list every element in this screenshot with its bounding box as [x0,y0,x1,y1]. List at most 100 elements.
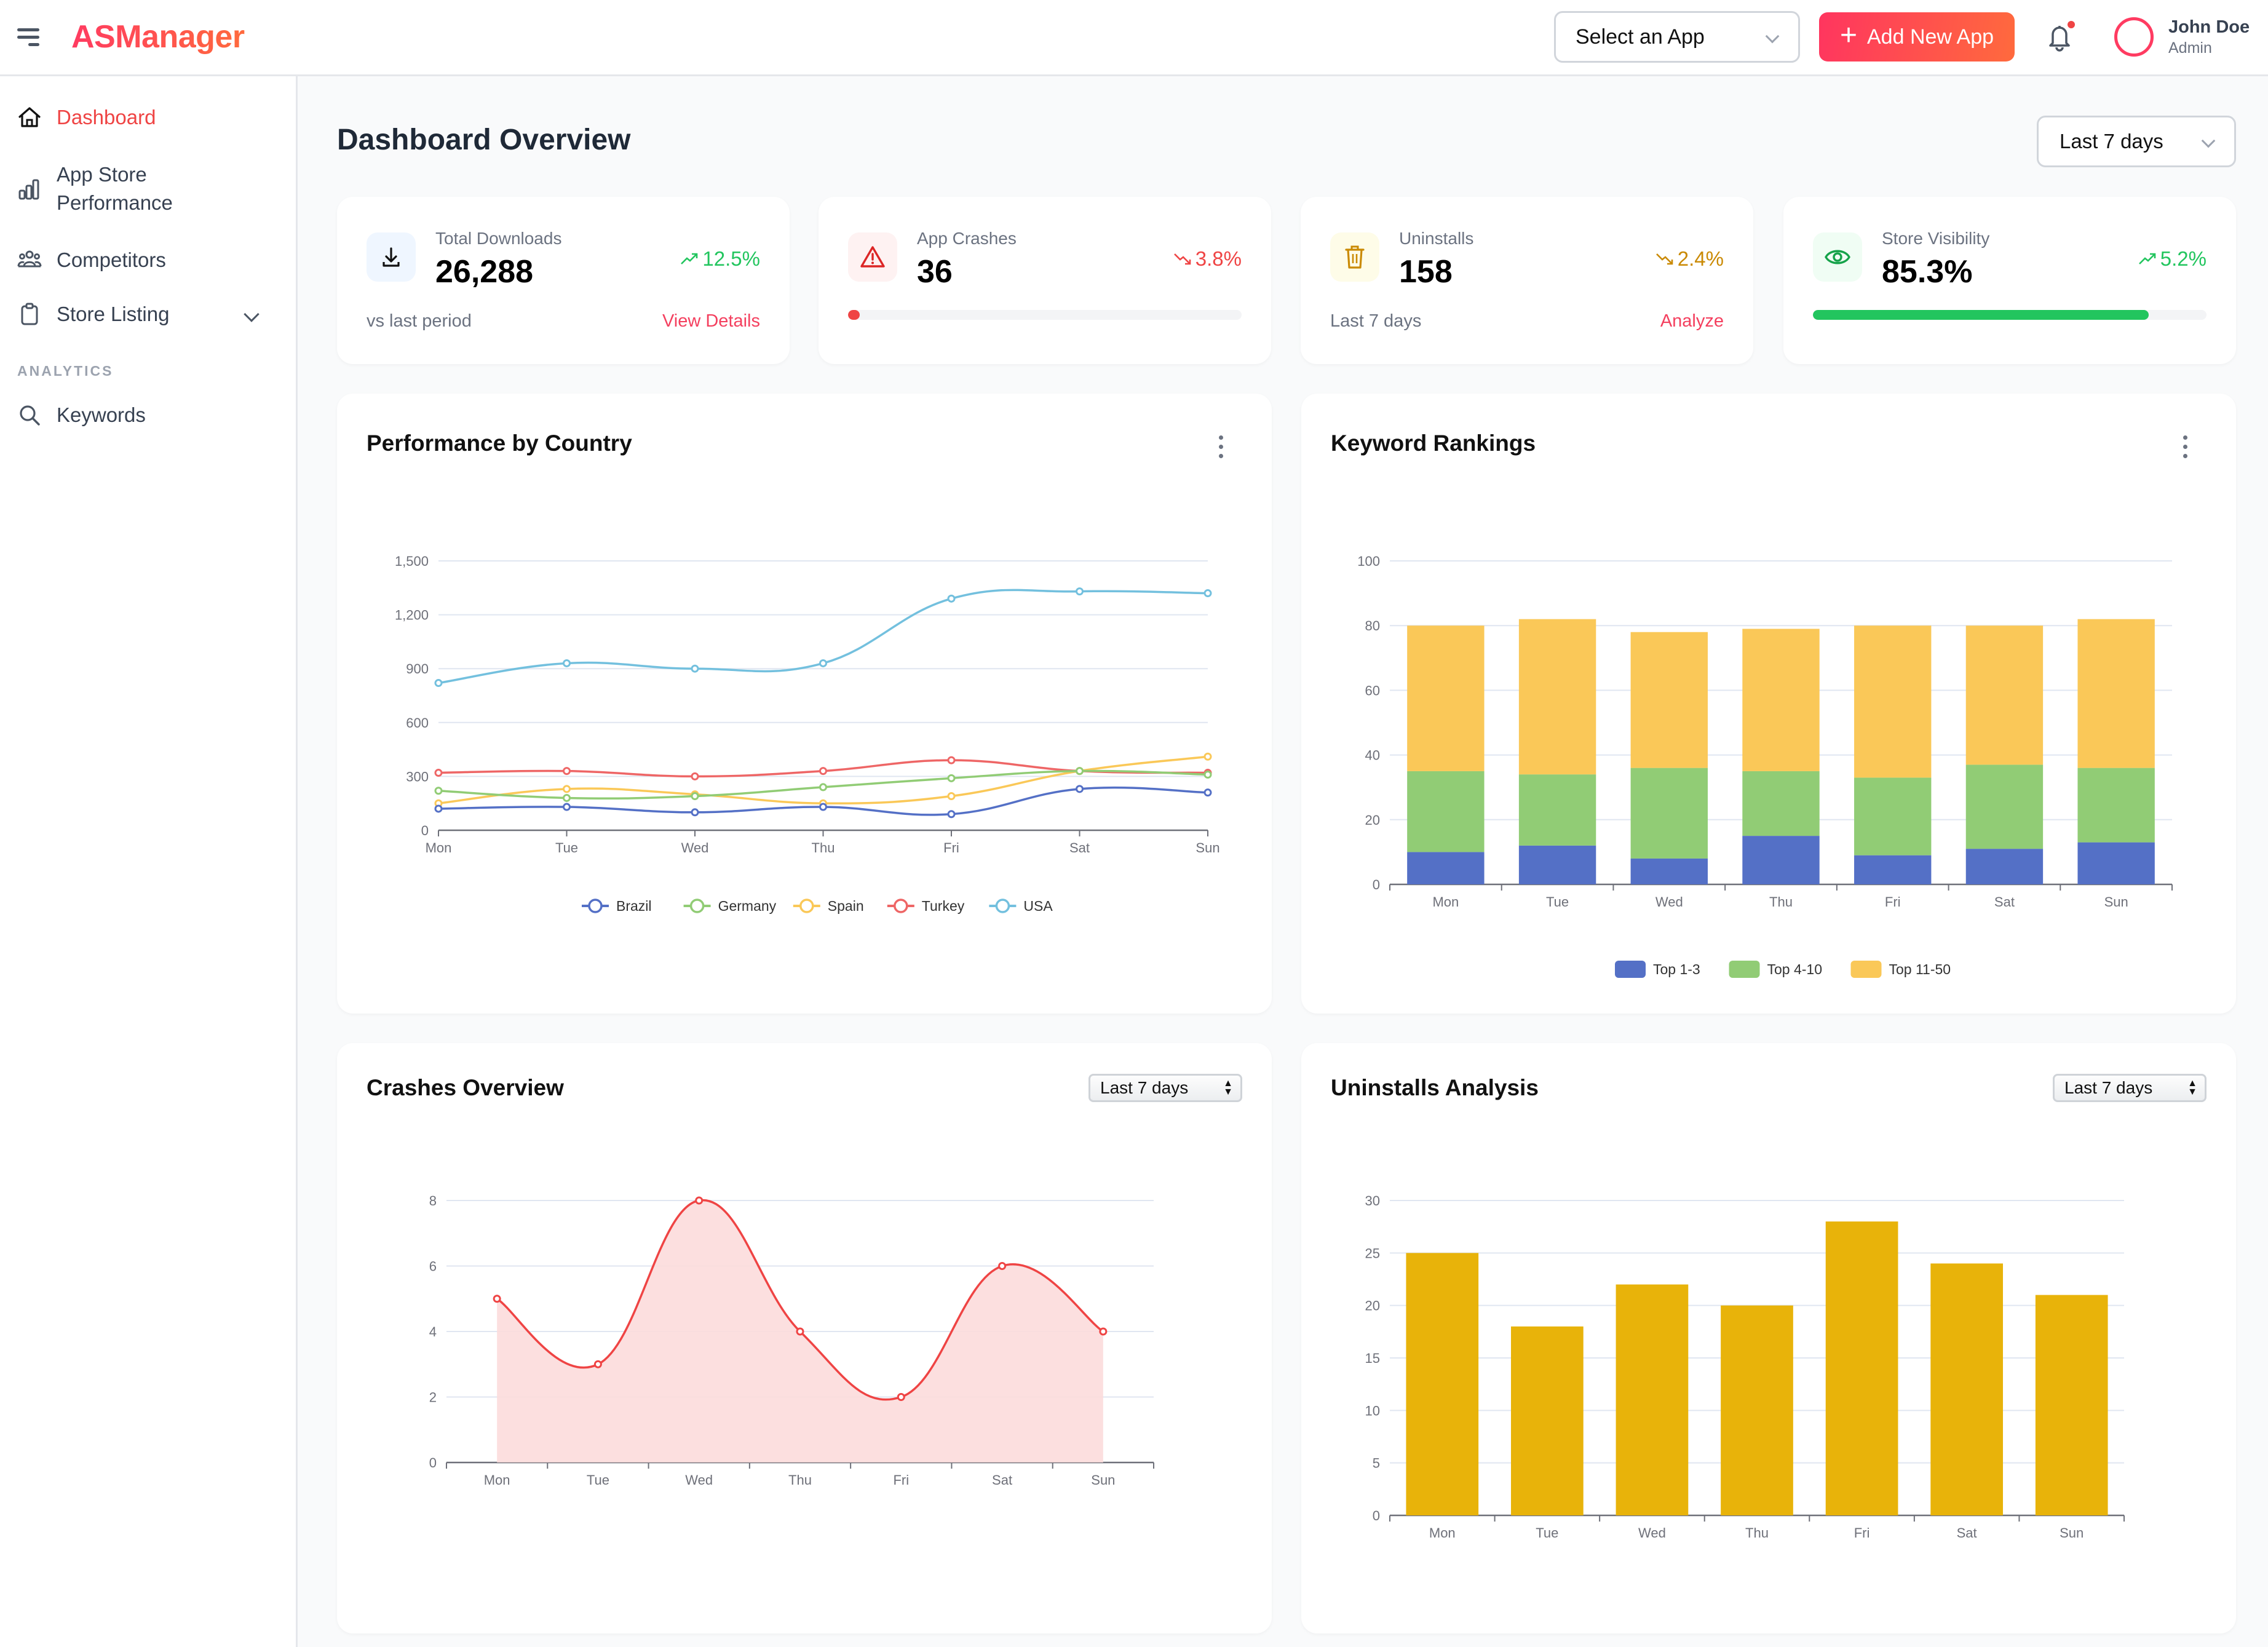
legend-label: Germany [718,898,777,914]
keyword-stacked-bar-chart: 0 20 40 60 80 100 Mon Tue Wed Thu Fri Sat Sun Top 1-3… [1357,554,2173,978]
stat-label: App Crashes [917,229,1017,248]
bar-top-4-10 [1630,768,1708,859]
data-point-germany [691,792,699,801]
bar-uninstalls [1930,1263,2003,1515]
y-tick-label: 2 [429,1390,437,1405]
y-tick-label: 20 [1365,812,1380,828]
legend-marker-germany [689,899,705,913]
data-point-turkey [691,772,699,780]
data-point-turkey [434,769,443,777]
trend-up-icon [2138,253,2156,264]
view-details-link[interactable]: View Details [662,311,760,331]
hamburger-menu-icon[interactable] [16,25,41,49]
user-role: Admin [2168,39,2212,57]
sidebar-item-label: Store Listing [57,303,170,325]
stat-icon-box [1330,232,1379,282]
x-tick-label: Tue [587,1472,609,1488]
app-select-dropdown[interactable]: Select an App [1554,11,1800,63]
y-tick-label: 10 [1365,1403,1380,1418]
data-point-usa [434,679,443,688]
data-point-usa [819,659,827,667]
y-tick-label: 25 [1365,1245,1380,1261]
trash-icon [1345,245,1365,269]
x-tick-label: Fri [1885,894,1901,910]
bar-uninstalls [1825,1221,1898,1515]
y-tick-label: 8 [429,1193,437,1208]
legend-label: Top 1-3 [1653,961,1700,977]
data-point-crashes [796,1327,804,1336]
user-name: John Doe [2168,17,2250,37]
x-tick-label: Wed [1638,1525,1666,1541]
stat-icon-box [367,232,416,282]
uninstalls-analysis-card: Uninstalls Analysis Last 7 days ▲ ▼ 0 5 10 1… [1301,1043,2236,1633]
x-tick-label: Fri [943,840,959,855]
sidebar-item-store-listing[interactable]: Store Listing [0,299,298,330]
date-range-value: Last 7 days [2060,130,2163,153]
data-point-germany [563,793,571,802]
date-range-select[interactable]: Last 7 days [2037,116,2236,167]
x-tick-label: Mon [426,840,452,855]
home-icon [18,107,41,127]
legend-swatch [1850,961,1882,978]
notifications-button[interactable] [2047,21,2075,52]
bar-top-4-10 [1407,771,1485,852]
stat-card-store-visibility: Store Visibility 85.3% 5.2% [1783,197,2236,364]
add-new-app-button[interactable]: + Add New App [1819,12,2015,62]
chevron-down-icon [2201,133,2216,148]
y-tick-label: 0 [421,823,429,838]
sidebar-item-label-line2: Performance [57,191,173,214]
sidebar-item-competitors[interactable]: Competitors [0,245,298,276]
y-tick-label: 0 [1373,1508,1380,1523]
stat-trend: 12.5% [680,247,760,271]
x-tick-label: Thu [788,1472,812,1488]
stat-label: Uninstalls [1399,229,1474,248]
bar-top-1-3 [1407,852,1485,884]
data-point-usa [1076,587,1084,596]
bar-uninstalls [2035,1295,2108,1515]
keyword-rankings-card: Keyword Rankings 0 20 40 60 80 100 Mon Tue Wed Th… [1301,394,2236,1014]
sidebar-item-app-store-performance[interactable]: App Store Performance [0,160,298,219]
bar-top-11-50 [2077,619,2155,768]
stat-value: 158 [1399,254,1453,290]
crashes-area-chart: 0 2 4 6 8 Mon Tue Wed Thu Fri Sat Sun [429,1193,1154,1488]
y-tick-label: 600 [406,715,429,731]
x-tick-label: Sun [2060,1525,2084,1541]
sidebar-item-dashboard[interactable]: Dashboard [0,102,298,133]
page-title: Dashboard Overview [337,124,631,156]
crashes-progress-bar [848,310,1242,320]
stat-trend-value: 3.8% [1195,247,1242,270]
bar-top-11-50 [1518,619,1596,775]
x-tick-label: Fri [1854,1525,1870,1541]
bar-top-4-10 [1965,764,2044,849]
y-tick-label: 1,500 [395,554,429,569]
data-point-usa [947,594,956,603]
bar-top-4-10 [1742,771,1820,836]
clipboard-icon [21,303,38,325]
analyze-link[interactable]: Analyze [1660,311,1724,331]
stat-trend-value: 2.4% [1677,247,1724,270]
data-point-crashes [493,1295,501,1303]
x-tick-label: Wed [685,1472,713,1488]
warning-triangle-icon [860,246,885,268]
app-logo[interactable]: ASManager [71,18,245,55]
stat-value: 85.3% [1882,254,1973,290]
x-tick-label: Mon [484,1472,510,1488]
sidebar-item-keywords[interactable]: Keywords [0,400,298,431]
bar-top-4-10 [1854,777,1932,855]
series-line-spain [438,755,1208,805]
user-avatar[interactable] [2114,17,2154,57]
stat-footer: Last 7 days [1330,311,1422,331]
country-line-chart: 0 300 600 900 1,200 1,500 Mon Tue Wed Thu Fri Sat Su… [395,554,1220,914]
data-point-usa [563,659,571,667]
add-new-app-label: Add New App [1867,25,1994,49]
stat-icon-box [1813,232,1862,282]
stat-icon-box [848,232,897,282]
bar-uninstalls [1406,1253,1479,1515]
stat-value: 36 [917,254,953,290]
data-point-usa [691,664,699,673]
search-icon [20,405,40,426]
visibility-progress-fill [1813,310,2149,320]
chevron-down-icon[interactable] [244,306,260,322]
crashes-overview-card: Crashes Overview Last 7 days ▲ ▼ 0 2 4 6 8 Mon… [337,1043,1272,1633]
data-point-turkey [947,756,956,764]
